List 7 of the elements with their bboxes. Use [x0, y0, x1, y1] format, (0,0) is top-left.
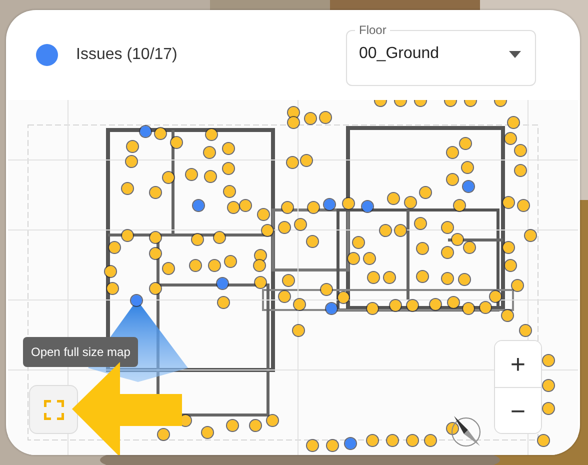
- legend-dot: [36, 44, 58, 66]
- tooltip: Open full size map: [23, 337, 138, 367]
- floor-select[interactable]: Floor 00_Ground: [346, 24, 536, 86]
- legend-label[interactable]: Issues (10/17): [76, 43, 178, 67]
- fullscreen-icon: [44, 400, 64, 420]
- caret-icon: [509, 50, 521, 58]
- zoom-out-button[interactable]: −: [495, 387, 541, 433]
